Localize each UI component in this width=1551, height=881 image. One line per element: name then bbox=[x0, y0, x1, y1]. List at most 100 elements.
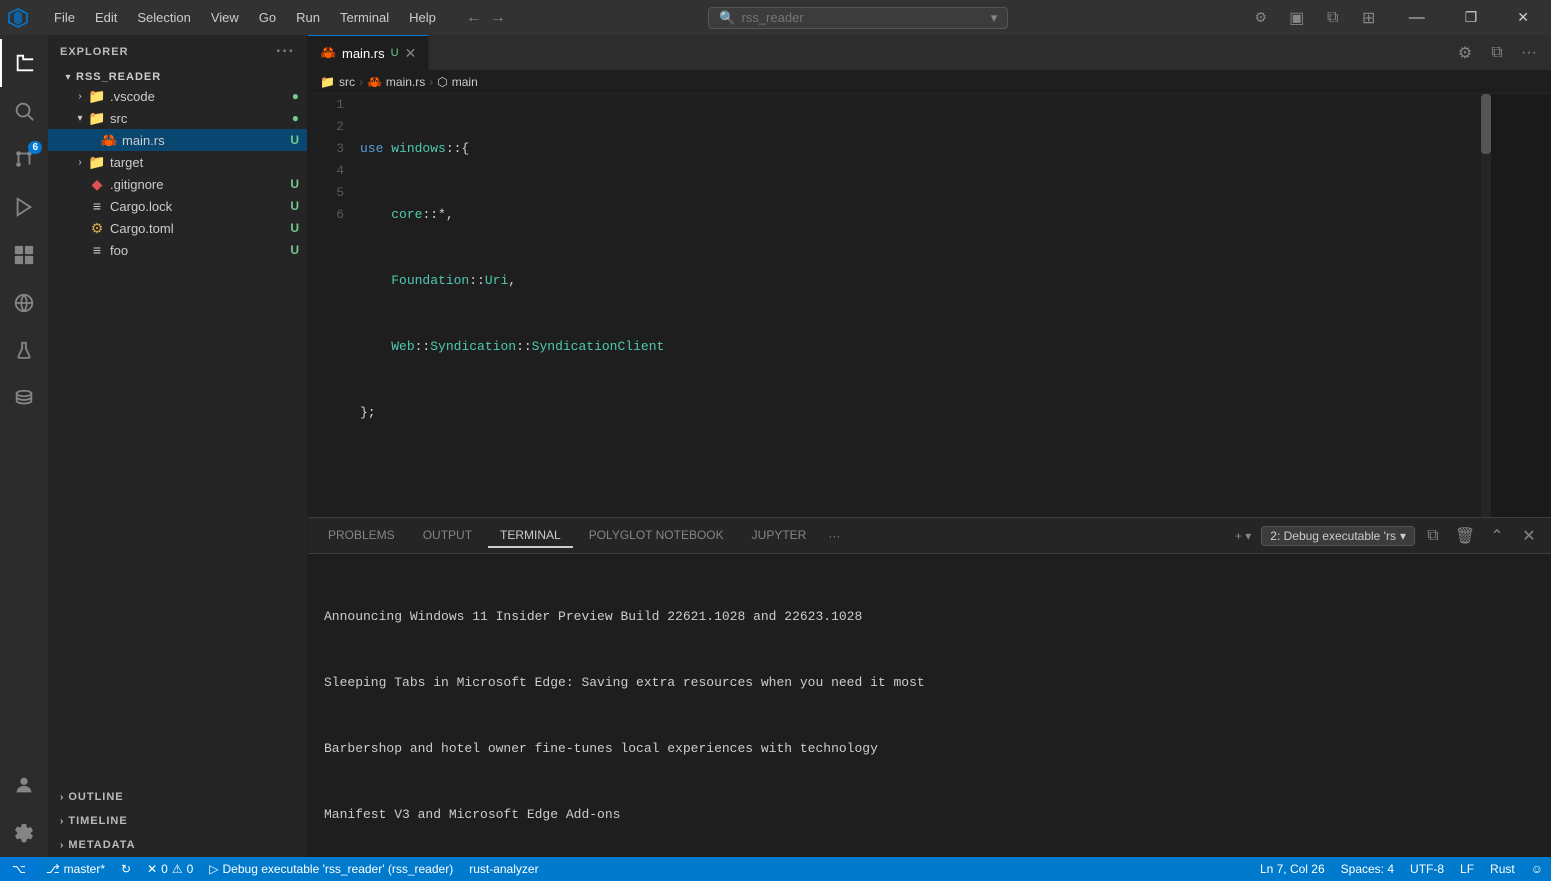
menu-edit[interactable]: Edit bbox=[85, 6, 127, 29]
status-line-ending[interactable]: LF bbox=[1452, 857, 1482, 881]
tree-vscode[interactable]: › 📁 .vscode ● bbox=[48, 85, 307, 107]
activity-debug[interactable] bbox=[0, 183, 48, 231]
activity-database[interactable] bbox=[0, 375, 48, 423]
customize-layout-btn[interactable]: ⊞ bbox=[1355, 4, 1383, 32]
foo-icon: ≡ bbox=[88, 241, 106, 259]
activity-remote[interactable] bbox=[0, 279, 48, 327]
title-search[interactable]: 🔍 ▾ bbox=[708, 7, 1008, 29]
editor-area: 🦀 main.rs U ✕ ⚙ ⧉ ··· 📁 src › 🦀 main.rs bbox=[308, 35, 1551, 857]
scrollbar-thumb[interactable] bbox=[1481, 94, 1491, 154]
tree-target[interactable]: › 📁 target bbox=[48, 151, 307, 173]
nav-forward-icon[interactable]: → bbox=[490, 9, 506, 27]
tab-mainrs-close[interactable]: ✕ bbox=[405, 45, 417, 62]
tab-jupyter[interactable]: JUPYTER bbox=[740, 524, 819, 548]
terminal-dropdown-icon: ▾ bbox=[1400, 529, 1406, 543]
foo-label: foo bbox=[110, 243, 290, 258]
timeline-section[interactable]: › TIMELINE bbox=[48, 809, 307, 833]
vscode-folder-icon: 📁 bbox=[88, 87, 106, 105]
tab-mainrs[interactable]: 🦀 main.rs U ✕ bbox=[308, 35, 429, 71]
terminal-content[interactable]: Announcing Windows 11 Insider Preview Bu… bbox=[308, 554, 1551, 857]
menu-selection[interactable]: Selection bbox=[127, 6, 200, 29]
menu-file[interactable]: File bbox=[44, 6, 85, 29]
maximize-panel-btn[interactable]: ⌃ bbox=[1483, 522, 1511, 550]
panel-btn[interactable]: ⧉ bbox=[1319, 4, 1347, 32]
breadcrumb-symbol[interactable]: ⬡ main bbox=[437, 75, 478, 89]
status-feedback[interactable]: ☺ bbox=[1523, 857, 1551, 881]
breadcrumb: 📁 src › 🦀 main.rs › ⬡ main bbox=[308, 71, 1551, 94]
new-terminal-btn[interactable]: + ▾ bbox=[1229, 527, 1257, 545]
line-numbers: 1 2 3 4 5 6 bbox=[308, 94, 356, 517]
status-encoding[interactable]: UTF-8 bbox=[1402, 857, 1452, 881]
layout-btn[interactable]: ▣ bbox=[1283, 4, 1311, 32]
more-actions-btn[interactable]: ··· bbox=[1515, 39, 1543, 67]
search-input[interactable] bbox=[741, 10, 961, 25]
activity-flask[interactable] bbox=[0, 327, 48, 375]
explorer-more-btn[interactable]: ··· bbox=[276, 43, 295, 61]
remote-icon: ⌥ bbox=[12, 862, 26, 876]
cargolock-badge: U bbox=[290, 199, 299, 213]
breadcrumb-file[interactable]: 🦀 main.rs bbox=[367, 75, 425, 89]
menu-go[interactable]: Go bbox=[249, 6, 286, 29]
src-folder-icon: 📁 bbox=[88, 109, 106, 127]
vscode-label: .vscode bbox=[110, 89, 292, 104]
maximize-btn[interactable]: ❐ bbox=[1451, 0, 1492, 35]
cursor-position: Ln 7, Col 26 bbox=[1260, 862, 1325, 876]
search-dropdown-icon[interactable]: ▾ bbox=[991, 10, 998, 26]
tree-src[interactable]: ▾ 📁 src ● bbox=[48, 107, 307, 129]
kill-terminal-btn[interactable]: 🗑 bbox=[1451, 522, 1479, 550]
src-badge: ● bbox=[292, 111, 299, 125]
menu-run[interactable]: Run bbox=[286, 6, 330, 29]
menu-help[interactable]: Help bbox=[399, 6, 446, 29]
vscode-expand-arrow: › bbox=[72, 91, 88, 102]
breadcrumb-src[interactable]: 📁 src bbox=[320, 75, 355, 89]
outline-section[interactable]: › OUTLINE bbox=[48, 785, 307, 809]
cargotoml-badge: U bbox=[290, 221, 299, 235]
activity-source-control[interactable]: 6 bbox=[0, 135, 48, 183]
code-editor[interactable]: 1 2 3 4 5 6 use windows::{ core::*, Foun… bbox=[308, 94, 1551, 517]
menu-view[interactable]: View bbox=[201, 6, 249, 29]
terminal-selector[interactable]: 2: Debug executable 'rs ▾ bbox=[1261, 526, 1415, 546]
activity-extensions[interactable] bbox=[0, 231, 48, 279]
explorer-header: EXPLORER ··· bbox=[48, 35, 307, 69]
activity-accounts[interactable] bbox=[0, 761, 48, 809]
tree-gitignore[interactable]: ◆ .gitignore U bbox=[48, 173, 307, 195]
status-remote[interactable]: ⌥ bbox=[0, 857, 38, 881]
tree-foo[interactable]: ≡ foo U bbox=[48, 239, 307, 261]
tab-output[interactable]: OUTPUT bbox=[411, 524, 484, 548]
activity-search[interactable] bbox=[0, 87, 48, 135]
project-root[interactable]: ▾ RSS_READER bbox=[48, 69, 307, 85]
close-btn[interactable]: ✕ bbox=[1503, 0, 1543, 35]
tree-mainrs[interactable]: 🦀 main.rs U bbox=[48, 129, 307, 151]
status-cursor[interactable]: Ln 7, Col 26 bbox=[1252, 857, 1333, 881]
terminal-line-4: Manifest V3 and Microsoft Edge Add-ons bbox=[324, 804, 1535, 826]
language-label: Rust bbox=[1490, 862, 1515, 876]
status-spaces[interactable]: Spaces: 4 bbox=[1333, 857, 1402, 881]
minimap bbox=[1491, 94, 1551, 517]
status-analyzer[interactable]: rust-analyzer bbox=[461, 857, 546, 881]
menu-terminal[interactable]: Terminal bbox=[330, 6, 399, 29]
code-content[interactable]: use windows::{ core::*, Foundation::Uri,… bbox=[356, 94, 1491, 517]
activity-settings[interactable] bbox=[0, 809, 48, 857]
status-errors[interactable]: ✕ 0 ⚠ 0 bbox=[139, 857, 201, 881]
panel-more-btn[interactable]: ··· bbox=[822, 527, 846, 545]
minimize-btn[interactable]: — bbox=[1395, 0, 1439, 35]
tree-cargolock[interactable]: ≡ Cargo.lock U bbox=[48, 195, 307, 217]
status-debug[interactable]: ▷ Debug executable 'rss_reader' (rss_rea… bbox=[201, 857, 461, 881]
split-editor-right-btn[interactable]: ⧉ bbox=[1483, 39, 1511, 67]
status-language[interactable]: Rust bbox=[1482, 857, 1523, 881]
status-branch[interactable]: ⎇ master* bbox=[38, 857, 113, 881]
tab-problems[interactable]: PROBLEMS bbox=[316, 524, 407, 548]
split-editor-btn[interactable]: ⚙ bbox=[1247, 4, 1275, 32]
activity-explorer[interactable] bbox=[0, 39, 48, 87]
metadata-section[interactable]: › METADATA bbox=[48, 833, 307, 857]
split-terminal-btn[interactable]: ⧉ bbox=[1419, 522, 1447, 550]
nav-back-icon[interactable]: ← bbox=[466, 9, 482, 27]
open-changes-btn[interactable]: ⚙ bbox=[1451, 39, 1479, 67]
close-panel-btn[interactable]: ✕ bbox=[1515, 522, 1543, 550]
sync-icon: ↻ bbox=[121, 862, 131, 876]
status-sync[interactable]: ↻ bbox=[113, 857, 139, 881]
tree-cargotoml[interactable]: ⚙ Cargo.toml U bbox=[48, 217, 307, 239]
tab-polyglot[interactable]: POLYGLOT NOTEBOOK bbox=[577, 524, 736, 548]
breadcrumb-sep2: › bbox=[429, 75, 433, 89]
tab-terminal[interactable]: TERMINAL bbox=[488, 524, 573, 548]
